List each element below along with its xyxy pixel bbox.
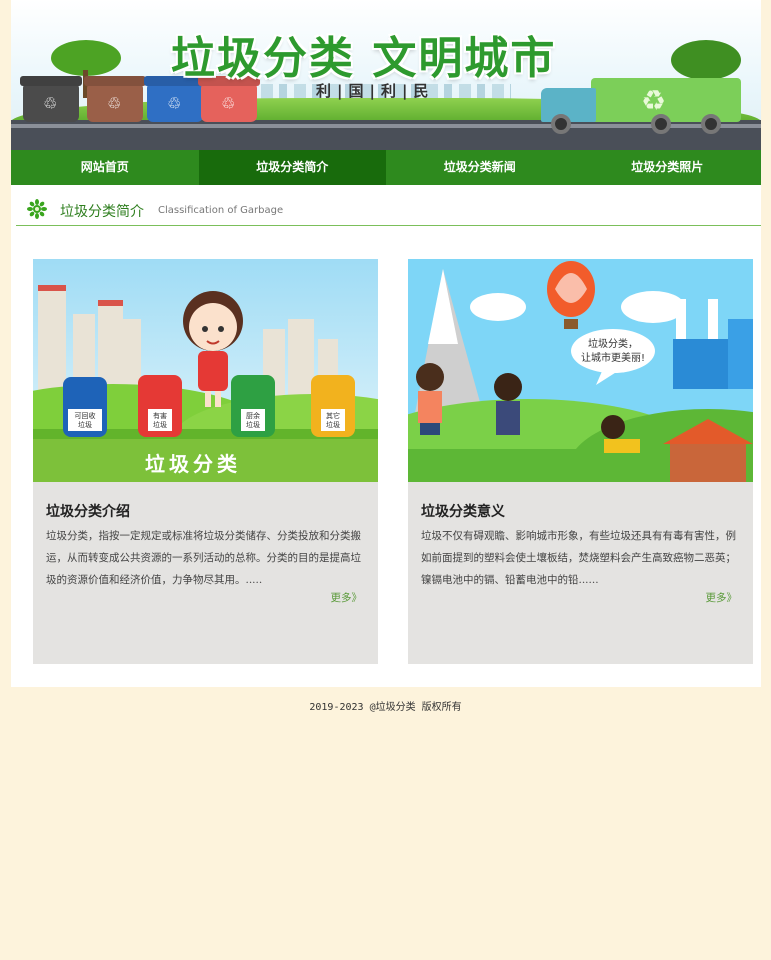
svg-text:其它: 其它 (326, 411, 340, 420)
nav-item-photos[interactable]: 垃圾分类照片 (574, 150, 762, 185)
nav-item-home[interactable]: 网站首页 (11, 150, 199, 185)
more-link[interactable]: 更多》 (331, 590, 363, 605)
section-title: 垃圾分类简介 (60, 204, 144, 220)
svg-text:可回收: 可回收 (75, 411, 96, 420)
main-nav: 网站首页 垃圾分类简介 垃圾分类新闻 垃圾分类照片 (11, 150, 761, 185)
trash-bin-icon: ♲ (147, 84, 203, 122)
svg-text:垃圾分类，: 垃圾分类， (588, 337, 638, 350)
svg-text:垃圾: 垃圾 (153, 420, 167, 429)
garbage-truck-illustration: ♻ (541, 78, 741, 134)
more-link[interactable]: 更多》 (706, 590, 738, 605)
trash-bin-icon: ♲ (23, 84, 79, 122)
footer-copyright: 2019-2023 @垃圾分类 版权所有 (309, 702, 462, 713)
nav-item-news[interactable]: 垃圾分类新闻 (386, 150, 574, 185)
card-title: 垃圾分类意义 (421, 504, 505, 520)
truck-wheel (701, 114, 721, 134)
truck-wheel (551, 114, 571, 134)
recycle-icon: ♻ (641, 84, 667, 117)
article-card: 可回收 垃圾 有害 垃圾 厨余 垃圾 其它 垃圾 垃圾分类 垃圾分类介绍 垃圾分类，指按… (33, 259, 378, 664)
banner-title: 垃圾分类 文明城市 (171, 33, 557, 84)
svg-text:垃圾: 垃圾 (326, 420, 340, 429)
svg-text:垃圾: 垃圾 (78, 420, 92, 429)
truck-wheel (651, 114, 671, 134)
tree-illustration (671, 40, 741, 80)
trash-bin-icon: ♲ (87, 84, 143, 122)
card-title: 垃圾分类介绍 (46, 504, 130, 520)
trash-bin-icon: ♲ (201, 84, 257, 122)
city-cleanup-illustration[interactable]: 垃圾分类， 让城市更美丽! (408, 259, 753, 482)
page-container: ♲ ♲ ♲ ♲ 垃圾分类 文明城市 利|国|利|民 ♻ 网站首页 垃圾分类简介 … (11, 0, 761, 687)
section-heading: 垃圾分类简介 Classification of Garbage (16, 196, 761, 226)
svg-text:有害: 有害 (153, 411, 167, 420)
article-card: 垃圾分类， 让城市更美丽! 垃圾分类意义 垃圾不仅有碍观瞻、影响城市形象，有些垃… (408, 259, 753, 664)
svg-text:垃圾分类: 垃圾分类 (145, 452, 241, 476)
card-text: 垃圾不仅有碍观瞻、影响城市形象，有些垃圾还具有有毒有害性，例如前面提到的塑料会使… (421, 530, 736, 586)
svg-text:厨余: 厨余 (246, 411, 260, 420)
svg-text:垃圾: 垃圾 (246, 420, 260, 429)
garbage-sorting-illustration[interactable]: 可回收 垃圾 有害 垃圾 厨余 垃圾 其它 垃圾 垃圾分类 (33, 259, 378, 482)
nav-item-intro[interactable]: 垃圾分类简介 (198, 150, 386, 185)
header-banner: ♲ ♲ ♲ ♲ 垃圾分类 文明城市 利|国|利|民 ♻ (11, 0, 761, 150)
banner-subtitle: 利|国|利|民 (316, 82, 435, 100)
card-text: 垃圾分类，指按一定规定或标准将垃圾分类储存、分类投放和分类搬运，从而转变成公共资… (46, 530, 361, 586)
green-flower-icon (27, 199, 47, 219)
svg-text:让城市更美丽!: 让城市更美丽! (581, 351, 645, 364)
section-title-en: Classification of Garbage (158, 205, 284, 216)
